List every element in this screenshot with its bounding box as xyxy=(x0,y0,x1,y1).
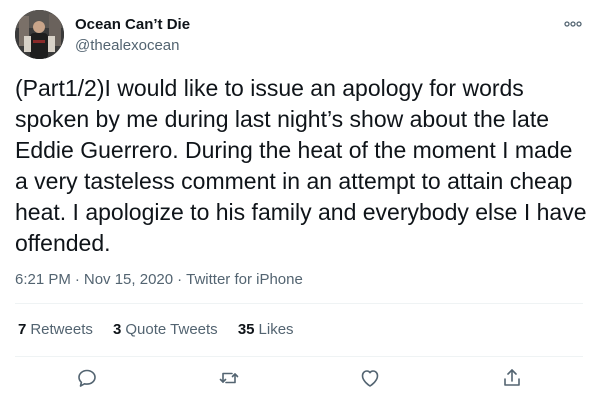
divider xyxy=(15,356,583,357)
retweets-label: Retweets xyxy=(30,321,93,338)
share-icon[interactable] xyxy=(500,366,524,390)
divider xyxy=(15,303,583,304)
quote-tweets-count: 3 xyxy=(113,321,122,338)
tweet-meta: 6:21 PM · Nov 15, 2020 · Twitter for iPhone xyxy=(15,270,303,289)
retweets-count: 7 xyxy=(18,321,27,338)
tweet-time-link[interactable]: 6:21 PM xyxy=(15,271,71,288)
avatar-image xyxy=(15,10,64,59)
meta-separator: · xyxy=(74,271,80,288)
author-handle[interactable]: @thealexocean xyxy=(75,36,179,55)
meta-separator: · xyxy=(177,271,183,288)
quote-tweets-stat[interactable]: 3 Quote Tweets xyxy=(113,320,218,339)
likes-label: Likes xyxy=(258,321,294,338)
tweet-source-link[interactable]: Twitter for iPhone xyxy=(186,271,303,288)
retweets-stat[interactable]: 7 Retweets xyxy=(18,320,93,339)
like-icon[interactable] xyxy=(358,366,382,390)
tweet-actions xyxy=(0,364,598,394)
quote-tweets-label: Quote Tweets xyxy=(125,321,218,338)
retweet-icon[interactable] xyxy=(217,366,241,390)
likes-count: 35 xyxy=(237,321,255,338)
avatar[interactable] xyxy=(15,10,64,59)
more-horizontal-icon[interactable] xyxy=(563,17,583,31)
tweet-text: (Part1/2)I would like to issue an apolog… xyxy=(15,75,587,256)
likes-stat[interactable]: 35 Likes xyxy=(238,320,294,339)
author-name[interactable]: Ocean Can’t Die xyxy=(75,15,190,34)
tweet-stats: 7 Retweets 3 Quote Tweets 35 Likes xyxy=(18,320,310,339)
reply-icon[interactable] xyxy=(75,366,99,390)
tweet-card: Ocean Can’t Die @thealexocean (Part1/2)I… xyxy=(0,0,598,402)
tweet-date-link[interactable]: Nov 15, 2020 xyxy=(84,271,173,288)
